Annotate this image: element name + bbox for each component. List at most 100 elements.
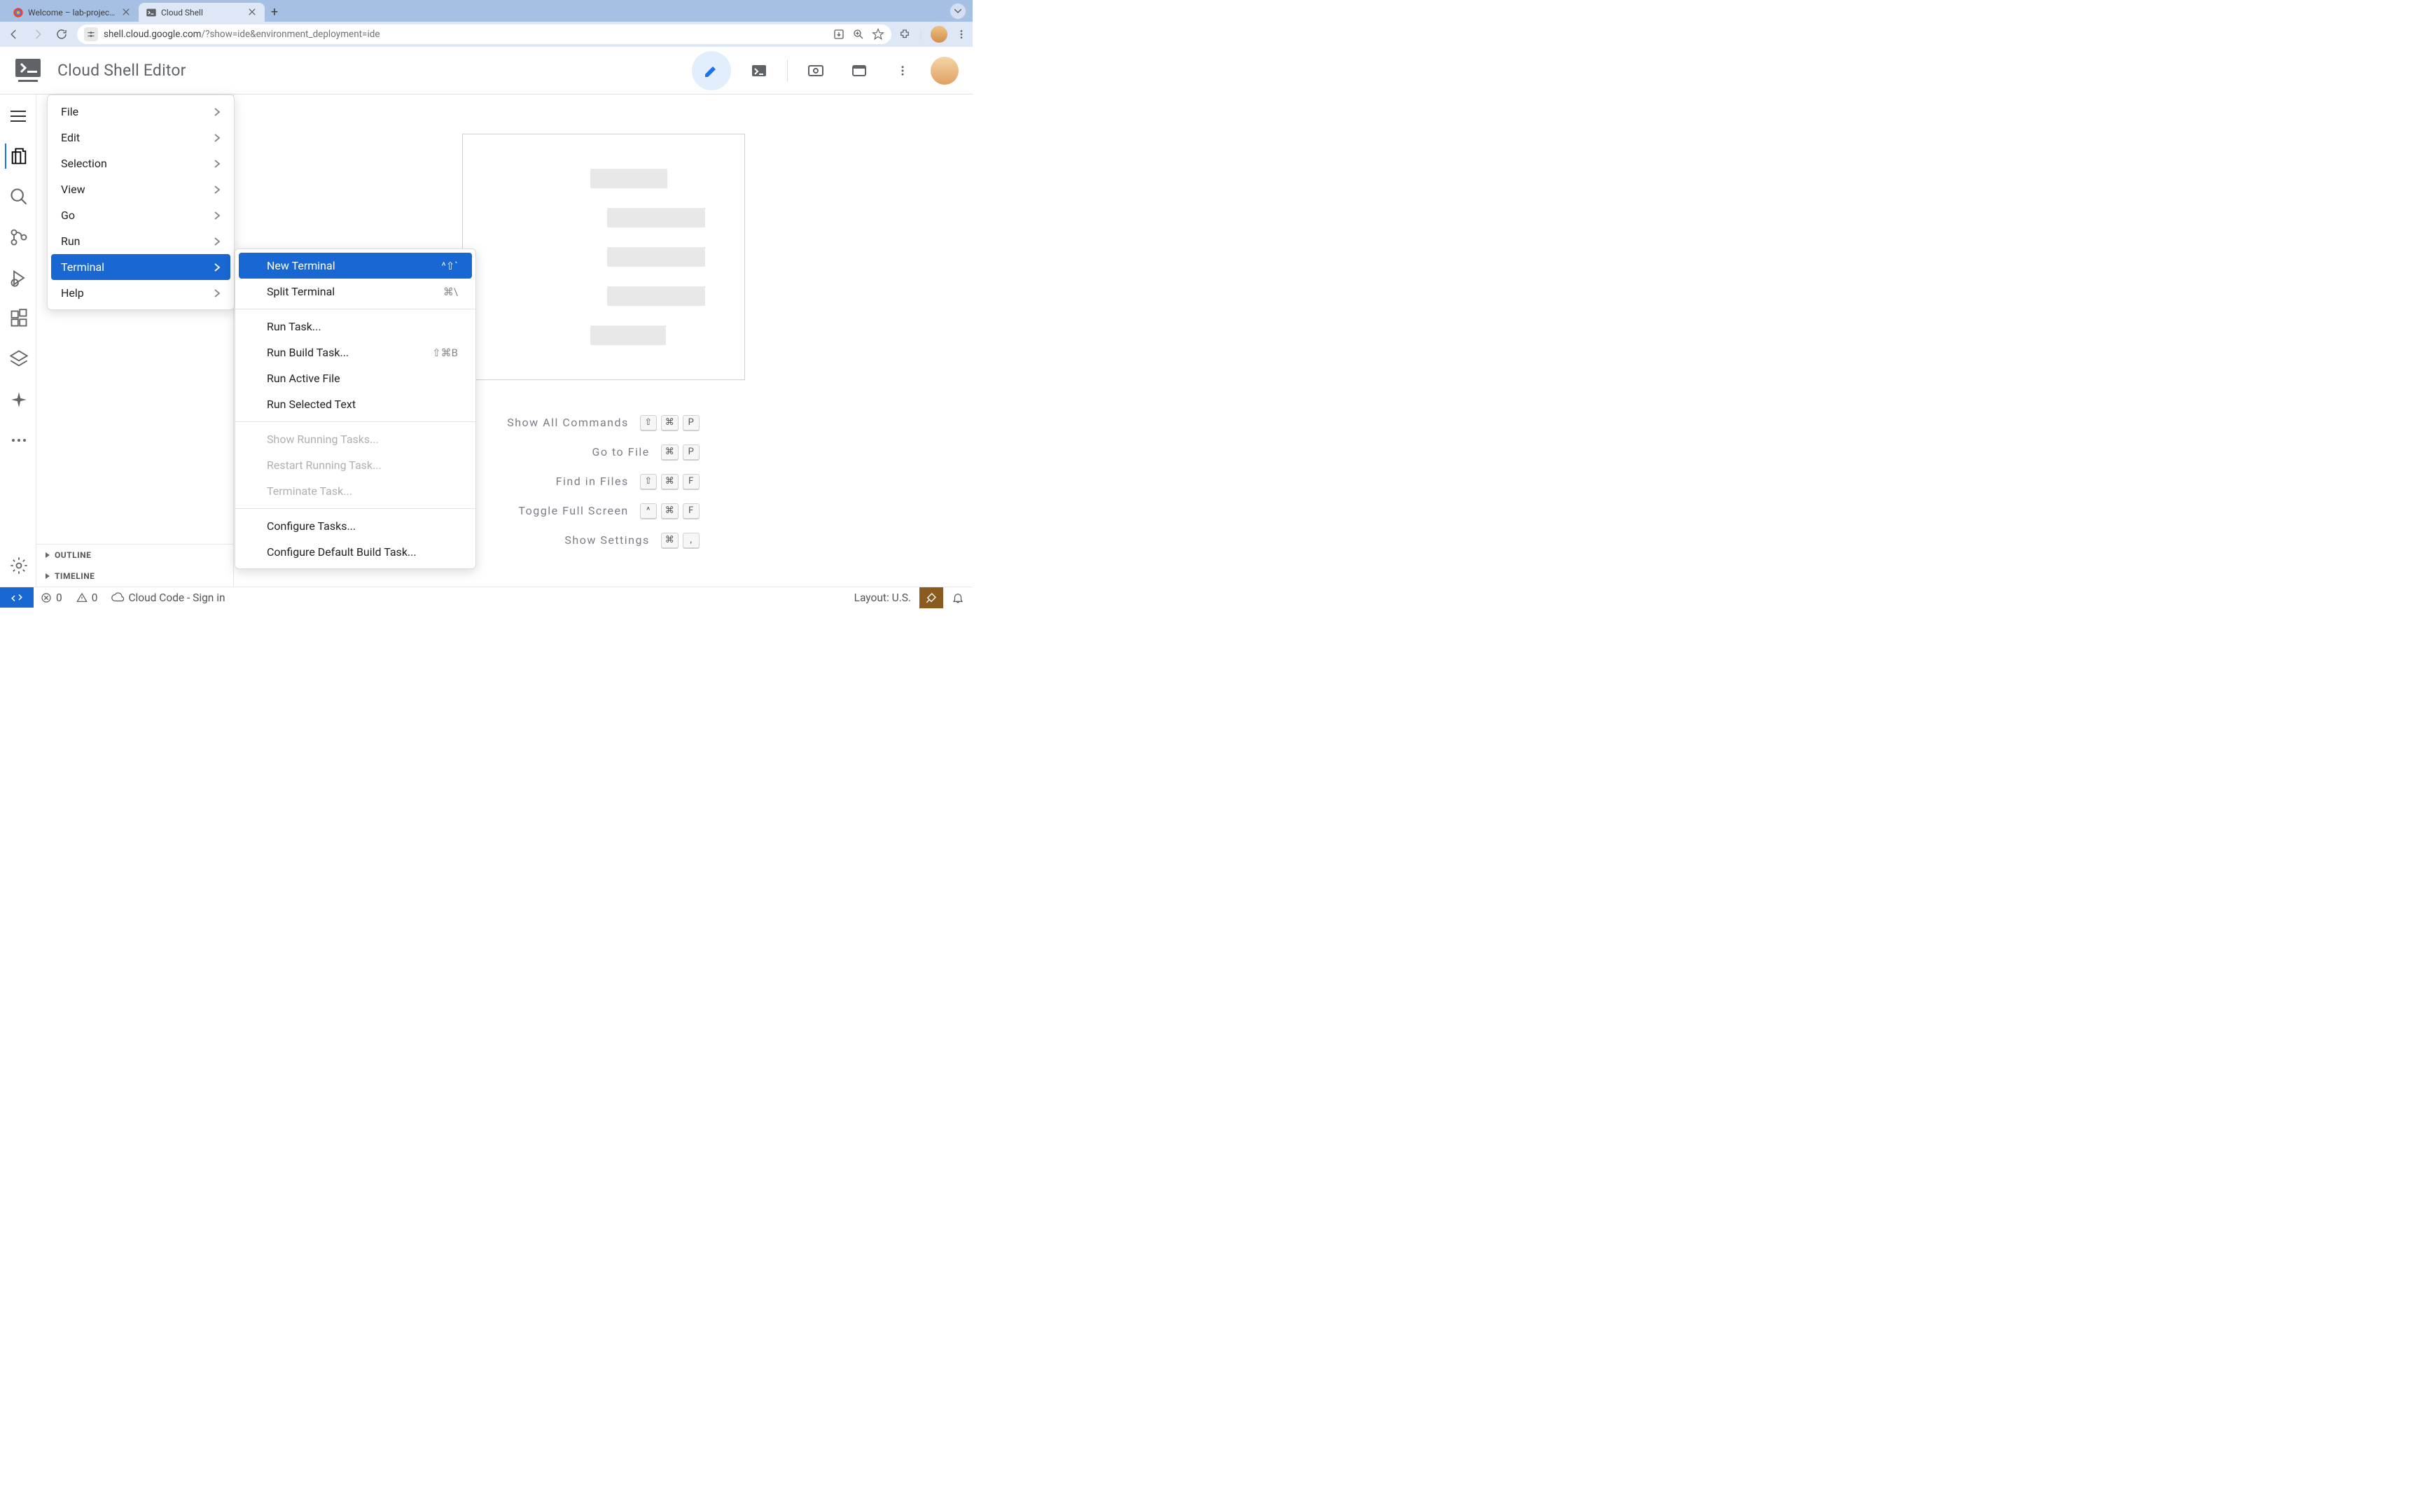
menu-item-edit[interactable]: Edit: [51, 125, 230, 150]
submenu-label: Configure Default Build Task...: [267, 545, 417, 559]
menu-item-selection[interactable]: Selection: [51, 150, 230, 176]
menu-item-label: Run: [61, 234, 81, 248]
explorer-icon[interactable]: [5, 144, 30, 169]
page-title: Cloud Shell Editor: [57, 61, 186, 80]
new-tab-button[interactable]: +: [265, 2, 284, 22]
user-avatar[interactable]: [931, 57, 959, 85]
shortcut-label: Find in Files: [556, 475, 629, 488]
submenu-shortcut: ⇧⌘B: [432, 346, 458, 359]
submenu-item: Show Running Tasks...: [239, 426, 472, 452]
menu-item-label: Edit: [61, 131, 80, 144]
menu-item-run[interactable]: Run: [51, 228, 230, 254]
menu-item-terminal[interactable]: Terminal: [51, 254, 230, 280]
reload-button[interactable]: [53, 26, 70, 43]
key: ⌘: [661, 533, 679, 548]
welcome-graphic: [462, 134, 745, 380]
browser-menu-icon[interactable]: [956, 29, 967, 40]
status-bar: 0 0 Cloud Code - Sign in Layout: U.S.: [0, 587, 973, 608]
close-icon[interactable]: [122, 8, 132, 18]
zoom-icon[interactable]: [852, 28, 865, 41]
menu-item-label: View: [61, 183, 85, 196]
menu-item-help[interactable]: Help: [51, 280, 230, 306]
ai-sparkle-icon[interactable]: [5, 387, 30, 412]
submenu-label: Split Terminal: [267, 285, 335, 298]
key: ⌘: [661, 444, 679, 460]
menu-separator: [235, 421, 475, 422]
bookmark-icon[interactable]: [872, 28, 884, 41]
keyboard-layout[interactable]: Layout: U.S.: [846, 592, 919, 604]
menu-item-file[interactable]: File: [51, 99, 230, 125]
shortcut-row: Toggle Full Screen^⌘F: [507, 503, 700, 519]
errors-count[interactable]: 0: [34, 592, 69, 604]
menu-item-go[interactable]: Go: [51, 202, 230, 228]
submenu-item[interactable]: Run Task...: [239, 314, 472, 340]
submenu-item[interactable]: Run Active File: [239, 365, 472, 391]
extensions-icon[interactable]: [898, 28, 911, 41]
menu-item-label: Selection: [61, 157, 107, 170]
menu-item-label: Go: [61, 209, 75, 222]
back-button[interactable]: [6, 26, 22, 43]
submenu-item: Terminate Task...: [239, 478, 472, 504]
url-actions: [833, 28, 884, 41]
browser-profile-avatar[interactable]: [931, 26, 947, 43]
menu-item-label: Terminal: [61, 260, 104, 274]
chevron-right-icon: [214, 108, 221, 116]
new-window-button[interactable]: [844, 55, 875, 86]
cloudshell-logo-icon: [14, 57, 45, 84]
run-debug-icon[interactable]: [5, 265, 30, 290]
more-icon[interactable]: [5, 428, 30, 453]
chevron-right-icon: [214, 237, 221, 246]
shortcut-label: Show All Commands: [507, 416, 629, 429]
close-icon[interactable]: [248, 8, 258, 18]
outline-label: OUTLINE: [55, 550, 91, 560]
shortcut-row: Show All Commands⇧⌘P: [507, 415, 700, 430]
more-menu-button[interactable]: [887, 55, 918, 86]
search-icon[interactable]: [5, 184, 30, 209]
submenu-item[interactable]: New Terminal^⇧`: [239, 253, 472, 279]
outline-section[interactable]: OUTLINE: [36, 545, 233, 566]
menu-item-label: Help: [61, 286, 84, 300]
submenu-item[interactable]: Run Selected Text: [239, 391, 472, 417]
timeline-label: TIMELINE: [55, 571, 95, 581]
notifications-bell-icon[interactable]: [943, 592, 973, 604]
terminal-toggle-button[interactable]: [744, 55, 774, 86]
shortcut-label: Go to File: [592, 445, 649, 458]
menu-separator: [235, 508, 475, 509]
status-pin-icon[interactable]: [919, 587, 943, 608]
install-app-icon[interactable]: [833, 28, 845, 41]
browser-tab[interactable]: Welcome – lab-project-id-ex: [6, 3, 139, 22]
editor-toggle-button[interactable]: [692, 51, 731, 90]
submenu-label: Configure Tasks...: [267, 519, 356, 533]
remote-indicator[interactable]: [0, 587, 34, 608]
shortcut-row: Go to File⌘P: [507, 444, 700, 460]
chevron-right-icon: [214, 134, 221, 142]
api-icon[interactable]: [5, 346, 30, 372]
submenu-item[interactable]: Run Build Task...⇧⌘B: [239, 340, 472, 365]
chevron-right-icon: [214, 160, 221, 168]
submenu-item[interactable]: Split Terminal⌘\: [239, 279, 472, 304]
source-control-icon[interactable]: [5, 225, 30, 250]
hamburger-menu-button[interactable]: [6, 104, 30, 128]
terminal-submenu-popup: New Terminal^⇧`Split Terminal⌘\ Run Task.…: [235, 248, 476, 569]
url-bar[interactable]: shell.cloud.google.com/?show=ide&environ…: [77, 24, 891, 44]
tab-title: Cloud Shell: [161, 8, 244, 18]
tabs-dropdown-button[interactable]: [950, 4, 966, 19]
browser-tab-active[interactable]: Cloud Shell: [139, 3, 265, 22]
shortcut-label: Toggle Full Screen: [518, 504, 628, 517]
extensions-panel-icon[interactable]: [5, 306, 30, 331]
settings-gear-icon[interactable]: [5, 553, 30, 578]
submenu-item[interactable]: Configure Tasks...: [239, 513, 472, 539]
shortcut-row: Show Settings⌘,: [507, 533, 700, 548]
chevron-right-icon: [214, 186, 221, 194]
site-settings-icon[interactable]: [84, 27, 98, 41]
menu-item-view[interactable]: View: [51, 176, 230, 202]
warnings-count[interactable]: 0: [69, 592, 105, 604]
timeline-section[interactable]: TIMELINE: [36, 566, 233, 587]
cloud-code-signin[interactable]: Cloud Code - Sign in: [104, 592, 232, 604]
forward-button[interactable]: [29, 26, 46, 43]
terminal-favicon: [146, 7, 157, 18]
submenu-item[interactable]: Configure Default Build Task...: [239, 539, 472, 565]
shortcut-keys: ⌘,: [661, 533, 700, 548]
preview-button[interactable]: [800, 55, 831, 86]
submenu-label: Show Running Tasks...: [267, 433, 379, 446]
